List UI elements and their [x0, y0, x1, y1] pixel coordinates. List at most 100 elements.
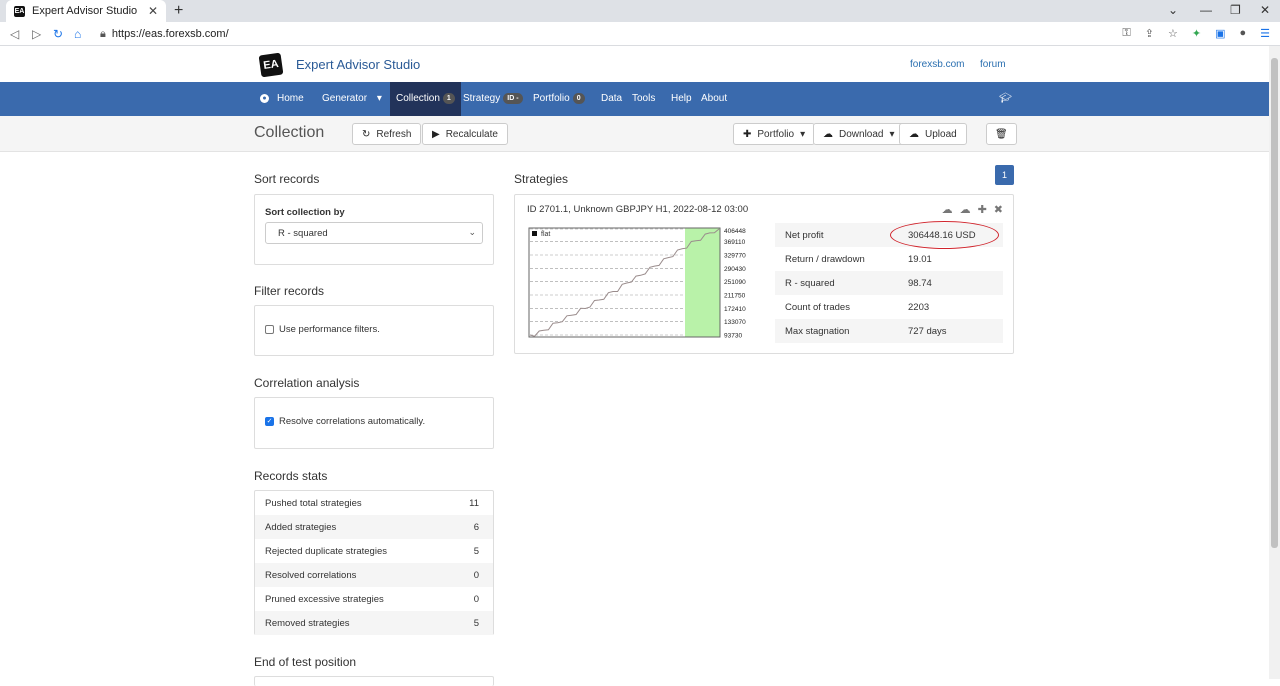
link-forum[interactable]: forum — [980, 59, 1006, 70]
filter-panel: Use performance filters. — [254, 305, 494, 356]
nav-portfolio[interactable]: Portfolio 0 — [533, 82, 585, 116]
y-tick-label: 251090 — [724, 279, 746, 286]
metric-value: 2203 — [908, 302, 930, 313]
nav-strategy-label: Strategy — [463, 93, 501, 104]
refresh-label: Refresh — [376, 128, 412, 140]
cloud-download-alt-icon[interactable]: ☁ — [960, 203, 971, 216]
nav-about[interactable]: About — [701, 82, 727, 116]
sidebar-icon[interactable]: ▣ — [1215, 27, 1225, 40]
resolve-correlations-checkbox[interactable]: ✓ — [265, 417, 274, 426]
nav-collection-label: Collection — [396, 93, 440, 104]
stats-row: Pruned excessive strategies 0 — [255, 587, 493, 611]
metric-value: 727 days — [908, 326, 947, 337]
performance-filter-option[interactable]: Use performance filters. — [265, 324, 380, 335]
key-icon[interactable]: ⚿ — [1122, 27, 1130, 40]
share-icon[interactable]: ⇪ — [1145, 27, 1154, 40]
nav-strategy[interactable]: Strategy ID - — [463, 82, 523, 116]
address-bar: ◁ ▷ ↻ ⌂ 🔒︎ https://eas.forexsb.com/ ⚿ ⇪ ☆… — [0, 22, 1280, 46]
play-icon: ▶ — [432, 128, 440, 140]
refresh-icon: ↻ — [362, 128, 371, 140]
sort-records-title: Sort records — [254, 172, 320, 186]
close-tab-icon[interactable]: ✕ — [148, 4, 158, 18]
chevron-down-icon[interactable]: ⌄ — [1168, 3, 1178, 17]
profile-icon[interactable]: ● — [1239, 27, 1246, 40]
recalculate-button[interactable]: ▶ Recalculate — [422, 123, 508, 145]
strategy-card[interactable]: ID 2701.1, Unknown GBPJPY H1, 2022-08-12… — [514, 194, 1014, 354]
bookmark-icon[interactable]: ☆ — [1168, 27, 1178, 40]
menu-icon[interactable]: ☰ — [1260, 27, 1270, 40]
page-scrollbar[interactable] — [1269, 46, 1280, 679]
scrollbar-thumb[interactable] — [1271, 58, 1278, 548]
home-icon[interactable]: ⌂ — [74, 27, 81, 41]
balance-chart: flat 406448 369110 329770 290430 251090 21175… — [528, 227, 746, 340]
net-profit-highlight-ring — [890, 221, 999, 249]
caret-down-icon: ▾ — [800, 128, 806, 140]
stats-row: Added strategies 6 — [255, 515, 493, 539]
metric-label: Net profit — [785, 230, 824, 241]
browser-tabbar: EA Expert Advisor Studio ✕ + ⌄ — ❐ ✕ — [0, 0, 1280, 22]
page-title: Collection — [254, 124, 325, 141]
metric-row-stagnation: Max stagnation 727 days — [775, 319, 1003, 343]
restore-icon[interactable]: ❐ — [1230, 3, 1241, 17]
performance-filter-checkbox[interactable] — [265, 325, 274, 334]
performance-filter-label[interactable]: Use performance filters. — [279, 324, 380, 335]
stats-row: Removed strategies 5 — [255, 611, 493, 635]
metric-label: Return / drawdown — [785, 254, 865, 265]
graduation-cap-icon[interactable]: 🎓︎ — [999, 82, 1012, 116]
home-circle-icon: ● — [260, 93, 269, 103]
brand-title[interactable]: Expert Advisor Studio — [296, 57, 420, 72]
y-tick-label: 329770 — [724, 252, 746, 259]
download-label: Download — [839, 128, 884, 140]
favicon-icon: EA — [14, 5, 25, 17]
metric-label: Count of trades — [785, 302, 850, 313]
main-navbar: ● Home Generator ▾ Collection 1 Strategy ID… — [0, 82, 1269, 116]
pagination-page-1[interactable]: 1 — [995, 165, 1014, 185]
download-button[interactable]: ☁ Download ▾ — [813, 123, 905, 145]
oos-band — [685, 228, 720, 337]
page-toolbar — [0, 116, 1269, 152]
stats-value: 0 — [473, 570, 479, 581]
extension-icon[interactable]: ✦ — [1192, 27, 1201, 40]
browser-tab[interactable]: EA Expert Advisor Studio ✕ — [6, 0, 166, 22]
sort-select[interactable]: R - squared ⌄ — [265, 222, 483, 244]
stats-label: Removed strategies — [265, 618, 350, 629]
resolve-correlations-option[interactable]: ✓ Resolve correlations automatically. — [265, 416, 425, 427]
app-logo[interactable]: EA — [258, 52, 284, 78]
forward-icon[interactable]: ▷ — [32, 27, 41, 41]
sort-selected-value: R - squared — [278, 228, 328, 239]
stats-label: Pruned excessive strategies — [265, 594, 384, 605]
nav-data[interactable]: Data — [601, 82, 622, 116]
legend-swatch — [532, 231, 537, 236]
nav-home[interactable]: ● Home — [260, 82, 304, 116]
nav-help[interactable]: Help — [671, 82, 692, 116]
new-tab-icon[interactable]: + — [174, 2, 183, 20]
trash-icon: 🗑︎ — [995, 128, 1008, 140]
minimize-icon[interactable]: — — [1200, 3, 1212, 17]
back-icon[interactable]: ◁ — [10, 27, 19, 41]
plus-icon[interactable]: ✚ — [978, 203, 987, 216]
end-of-test-panel — [254, 676, 494, 686]
url-field[interactable]: 🔒︎ https://eas.forexsb.com/ — [100, 28, 229, 41]
nav-tools[interactable]: Tools — [632, 82, 655, 116]
sort-panel: Sort collection by R - squared ⌄ — [254, 194, 494, 265]
refresh-button[interactable]: ↻ Refresh — [352, 123, 422, 145]
cloud-download-icon[interactable]: ☁ — [942, 203, 953, 216]
close-icon[interactable]: ✖ — [994, 203, 1003, 216]
nav-generator[interactable]: Generator ▾ — [322, 82, 382, 116]
resolve-correlations-label[interactable]: Resolve correlations automatically. — [279, 416, 425, 427]
close-window-icon[interactable]: ✕ — [1260, 3, 1270, 17]
y-tick-label: 211750 — [724, 292, 746, 299]
link-forexsb[interactable]: forexsb.com — [910, 59, 964, 70]
caret-down-icon: ▾ — [376, 93, 382, 104]
metric-label: Max stagnation — [785, 326, 850, 337]
reload-icon[interactable]: ↻ — [53, 27, 63, 41]
y-tick-label: 93730 — [724, 333, 742, 340]
stats-value: 0 — [473, 594, 479, 605]
delete-button[interactable]: 🗑︎ — [986, 123, 1017, 145]
upload-label: Upload — [925, 128, 957, 140]
nav-collection[interactable]: Collection 1 — [390, 82, 461, 116]
portfolio-button[interactable]: ✚ Portfolio ▾ — [733, 123, 816, 145]
correlation-panel: ✓ Resolve correlations automatically. — [254, 397, 494, 449]
nav-home-label: Home — [277, 93, 304, 104]
upload-button[interactable]: ☁ Upload — [899, 123, 967, 145]
